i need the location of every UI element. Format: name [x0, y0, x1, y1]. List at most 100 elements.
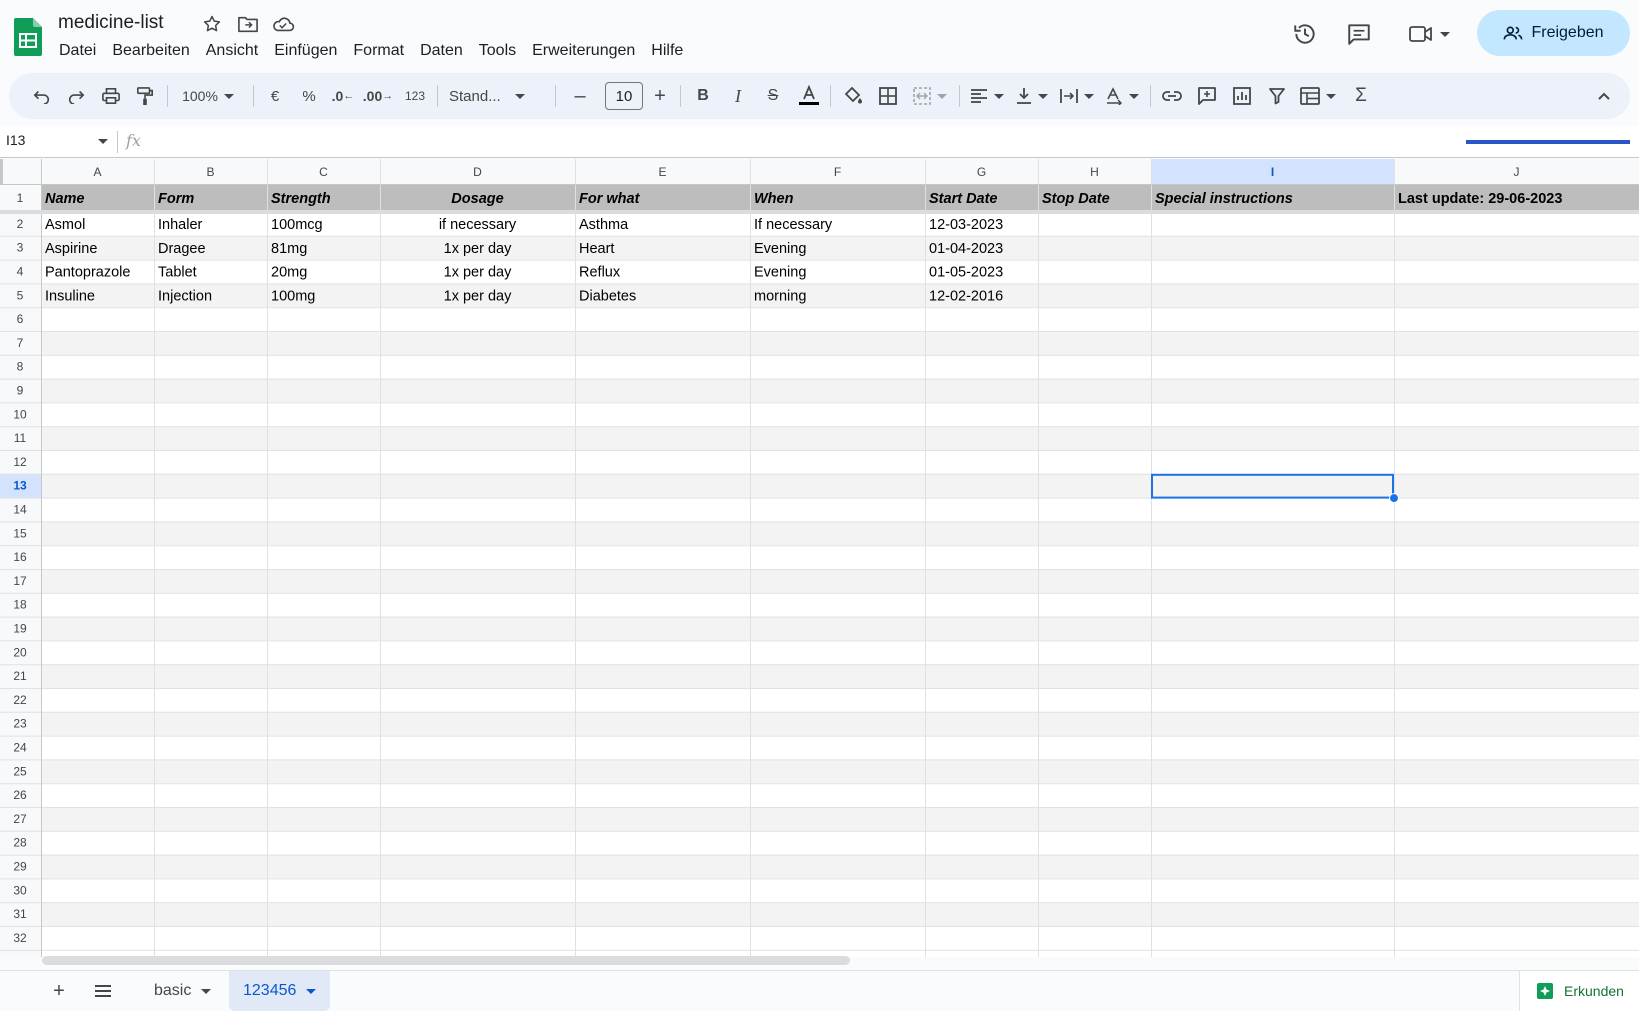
decrease-font-size-button[interactable]: – — [567, 81, 593, 111]
table-cell[interactable]: 01-05-2023 — [929, 265, 1003, 281]
row-header-18[interactable]: 18 — [13, 598, 27, 612]
table-cell[interactable]: Pantoprazole — [45, 265, 130, 281]
all-sheets-menu-icon[interactable] — [91, 979, 115, 1003]
table-cell[interactable]: 1x per day — [444, 265, 512, 281]
row-header-13[interactable]: 13 — [13, 479, 27, 493]
row-header-26[interactable]: 26 — [13, 788, 27, 802]
table-cell[interactable]: Heart — [579, 241, 614, 257]
table-cell[interactable]: 20mg — [271, 265, 307, 281]
table-cell[interactable]: Reflux — [579, 265, 621, 281]
column-header-f[interactable]: F — [834, 165, 841, 179]
vertical-align-icon[interactable] — [1012, 81, 1052, 111]
currency-format-button[interactable]: € — [263, 81, 287, 111]
header-cell[interactable]: Start Date — [929, 191, 998, 207]
move-folder-icon[interactable] — [236, 12, 260, 36]
row-header-12[interactable]: 12 — [13, 455, 27, 469]
column-header-j[interactable]: J — [1514, 165, 1520, 179]
frozen-column-divider[interactable] — [0, 159, 3, 184]
menu-bearbeiten[interactable]: Bearbeiten — [104, 40, 197, 64]
menu-datei[interactable]: Datei — [51, 40, 104, 64]
table-cell[interactable]: Inhaler — [158, 217, 203, 233]
row-header-8[interactable]: 8 — [17, 360, 24, 374]
table-cell[interactable]: 01-04-2023 — [929, 241, 1003, 257]
fill-handle[interactable] — [1389, 493, 1399, 504]
header-cell[interactable]: Last update: 29-06-2023 — [1398, 191, 1562, 207]
meet-video-icon[interactable] — [1405, 18, 1453, 50]
table-cell[interactable]: if necessary — [439, 217, 517, 233]
column-header-g[interactable]: G — [977, 165, 986, 179]
row-header-9[interactable]: 9 — [17, 384, 24, 398]
table-cell[interactable]: morning — [754, 288, 806, 304]
table-cell[interactable]: Diabetes — [579, 288, 636, 304]
sheets-logo-icon[interactable] — [14, 18, 42, 56]
table-cell[interactable]: 1x per day — [444, 288, 512, 304]
name-box[interactable]: I13 — [6, 132, 106, 152]
document-title[interactable]: medicine-list — [58, 12, 164, 34]
table-cell[interactable]: Asthma — [579, 217, 629, 233]
row-header-29[interactable]: 29 — [13, 860, 27, 874]
fill-color-icon[interactable] — [839, 81, 867, 111]
row-header-7[interactable]: 7 — [17, 336, 24, 350]
column-header-i[interactable]: I — [1271, 165, 1274, 179]
percent-format-button[interactable]: % — [297, 81, 321, 111]
row-header-5[interactable]: 5 — [17, 288, 24, 302]
row-header-4[interactable]: 4 — [17, 265, 24, 279]
insert-link-icon[interactable] — [1158, 81, 1186, 111]
select-all-corner[interactable] — [0, 159, 41, 184]
comment-icon[interactable] — [1344, 18, 1374, 50]
table-cell[interactable]: Injection — [158, 288, 212, 304]
decrease-decimals-button[interactable]: .0 ← — [329, 81, 357, 111]
column-header-c[interactable]: C — [319, 165, 328, 179]
row-header-22[interactable]: 22 — [13, 693, 27, 707]
row-header-14[interactable]: 14 — [13, 503, 27, 517]
row-header-6[interactable]: 6 — [17, 312, 24, 326]
menu-einfuegen[interactable]: Einfügen — [266, 40, 345, 64]
row-header-28[interactable]: 28 — [13, 836, 27, 850]
table-cell[interactable]: 100mcg — [271, 217, 323, 233]
add-sheet-button[interactable]: + — [47, 979, 71, 1003]
menu-daten[interactable]: Daten — [412, 40, 471, 64]
header-cell[interactable]: When — [754, 191, 794, 207]
row-header-15[interactable]: 15 — [13, 526, 27, 540]
collapse-toolbar-icon[interactable] — [1591, 81, 1617, 111]
table-cell[interactable]: Insuline — [45, 288, 95, 304]
strikethrough-icon[interactable]: S — [760, 81, 786, 111]
text-wrapping-icon[interactable] — [1057, 81, 1097, 111]
row-header-30[interactable]: 30 — [13, 883, 27, 897]
menu-erweiterungen[interactable]: Erweiterungen — [524, 40, 643, 64]
star-icon[interactable] — [200, 12, 224, 36]
font-size-input[interactable]: 10 — [605, 82, 643, 110]
menu-hilfe[interactable]: Hilfe — [643, 40, 691, 64]
row-header-24[interactable]: 24 — [13, 741, 27, 755]
row-header-31[interactable]: 31 — [13, 907, 27, 921]
name-box-dropdown-icon[interactable] — [98, 139, 108, 144]
more-formats-button[interactable]: 123 — [400, 81, 430, 111]
font-select[interactable]: Stand... — [449, 81, 541, 111]
sheet-tab-basic[interactable]: basic — [140, 971, 225, 1011]
column-header-e[interactable]: E — [658, 165, 666, 179]
row-header-3[interactable]: 3 — [17, 241, 24, 255]
header-cell[interactable]: Strength — [271, 191, 331, 207]
menu-ansicht[interactable]: Ansicht — [198, 40, 266, 64]
merge-cells-icon[interactable] — [910, 81, 950, 111]
text-rotation-icon[interactable] — [1102, 81, 1142, 111]
history-icon[interactable] — [1290, 18, 1320, 50]
horizontal-scrollbar[interactable] — [42, 956, 850, 965]
row-header-17[interactable]: 17 — [13, 574, 27, 588]
table-cell[interactable]: 12-03-2023 — [929, 217, 1003, 233]
table-cell[interactable]: Asmol — [45, 217, 85, 233]
functions-icon[interactable]: Σ — [1347, 81, 1375, 111]
row-header-32[interactable]: 32 — [13, 931, 27, 945]
row-header-16[interactable]: 16 — [13, 550, 27, 564]
insert-chart-icon[interactable] — [1228, 81, 1256, 111]
menu-format[interactable]: Format — [345, 40, 412, 64]
table-cell[interactable]: Evening — [754, 265, 806, 281]
text-color-icon[interactable] — [795, 81, 823, 111]
borders-icon[interactable] — [874, 81, 902, 111]
filter-icon[interactable] — [1263, 81, 1291, 111]
increase-decimals-button[interactable]: .00 → — [363, 81, 393, 111]
table-cell[interactable]: 81mg — [271, 241, 307, 257]
horizontal-align-icon[interactable] — [967, 81, 1007, 111]
column-header-h[interactable]: H — [1090, 165, 1099, 179]
print-icon[interactable] — [96, 81, 126, 111]
